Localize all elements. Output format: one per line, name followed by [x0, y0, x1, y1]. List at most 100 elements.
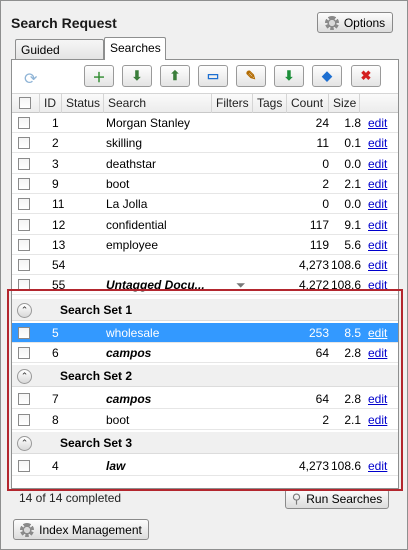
- row-size: 108.6: [331, 278, 361, 293]
- select-all-checkbox[interactable]: [19, 97, 31, 109]
- tab-guided-search[interactable]: Guided Search: [15, 39, 104, 71]
- edit-link[interactable]: edit: [368, 133, 396, 153]
- row-size: 0.0: [344, 156, 361, 171]
- row-count: 0: [322, 156, 329, 171]
- row-count: 4,273: [298, 258, 329, 273]
- row-checkbox[interactable]: [18, 259, 30, 272]
- search-request-panel: Search Request Options Guided Search Sea…: [0, 0, 408, 550]
- collapse-icon[interactable]: ⌃: [17, 302, 32, 318]
- column-header-tags[interactable]: Tags: [253, 94, 287, 113]
- row-checkbox[interactable]: [18, 459, 30, 472]
- edit-link[interactable]: edit: [368, 456, 396, 476]
- table-row[interactable]: 2 skilling 11 0.1 edit: [12, 133, 398, 154]
- table-row[interactable]: 54 4,273 108.6 edit: [12, 255, 398, 276]
- table-row[interactable]: 3 deathstar 0 0.0 edit: [12, 154, 398, 174]
- row-checkbox[interactable]: [18, 198, 30, 211]
- edit-link[interactable]: edit: [368, 194, 396, 214]
- import-button[interactable]: ⬇: [122, 65, 152, 87]
- column-header-id[interactable]: ID: [40, 94, 62, 113]
- row-count: 64: [315, 392, 329, 407]
- edit-link[interactable]: edit: [368, 255, 396, 275]
- header-select-all[interactable]: [12, 94, 40, 113]
- search-set-header[interactable]: ⌃ Search Set 3: [12, 431, 398, 454]
- row-checkbox[interactable]: [18, 177, 30, 190]
- row-count: 4,272: [298, 278, 329, 293]
- row-size: 0.0: [344, 197, 361, 212]
- column-header-filters[interactable]: Filters: [212, 94, 253, 113]
- row-search-name: employee: [106, 237, 159, 252]
- download-button[interactable]: ⬇: [274, 65, 304, 87]
- table-row[interactable]: 7 campos 64 2.8 edit: [12, 389, 398, 410]
- edit-link[interactable]: edit: [368, 389, 396, 409]
- row-checkbox[interactable]: [18, 157, 30, 170]
- refresh-icon[interactable]: ⟳: [24, 69, 37, 89]
- export-button[interactable]: ⬆: [160, 65, 190, 87]
- row-checkbox[interactable]: [18, 137, 30, 150]
- row-search-name: confidential: [106, 217, 167, 232]
- row-size: 5.6: [344, 237, 361, 252]
- row-search-name: La Jolla: [106, 197, 148, 212]
- options-button[interactable]: Options: [317, 12, 393, 33]
- tab-searches[interactable]: Searches: [104, 37, 166, 60]
- gear-icon: [324, 15, 339, 30]
- gear-icon: [20, 522, 35, 537]
- edit-link[interactable]: edit: [368, 215, 396, 235]
- row-size: 108.6: [331, 458, 361, 473]
- edit-button[interactable]: ✎: [236, 65, 266, 87]
- row-checkbox[interactable]: [18, 326, 30, 339]
- table-row[interactable]: 11 La Jolla 0 0.0 edit: [12, 194, 398, 215]
- edit-link[interactable]: edit: [368, 275, 396, 295]
- table-row[interactable]: 1 Morgan Stanley 24 1.8 edit: [12, 113, 398, 133]
- filter-icon: ⏷: [236, 278, 246, 293]
- table-row[interactable]: 5 wholesale 253 8.5 edit: [12, 322, 398, 343]
- table-row[interactable]: 8 boot 2 2.1 edit: [12, 410, 398, 430]
- table-row[interactable]: 12 confidential 117 9.1 edit: [12, 215, 398, 235]
- edit-link[interactable]: edit: [368, 343, 396, 363]
- edit-link[interactable]: edit: [368, 410, 396, 430]
- edit-link[interactable]: edit: [368, 174, 396, 194]
- row-size: 1.8: [344, 116, 361, 130]
- new-search-button[interactable]: ＋: [84, 65, 114, 87]
- row-size: 108.6: [331, 258, 361, 273]
- edit-link[interactable]: edit: [368, 113, 396, 133]
- row-id: 6: [52, 346, 59, 360]
- row-checkbox[interactable]: [18, 347, 30, 359]
- panel-title: Search Request: [11, 15, 117, 31]
- column-header-count[interactable]: Count: [287, 94, 329, 113]
- row-checkbox[interactable]: [18, 413, 30, 426]
- table-row[interactable]: 55 Untagged Docu... 4,272 108.6 edit ⏷: [12, 275, 398, 296]
- edit-link[interactable]: edit: [368, 154, 396, 174]
- column-header-status[interactable]: Status: [62, 94, 104, 113]
- row-id: 9: [52, 176, 59, 191]
- table-row[interactable]: 13 employee 119 5.6 edit: [12, 235, 398, 255]
- index-management-button[interactable]: Index Management: [13, 519, 149, 540]
- row-count: 117: [309, 217, 329, 232]
- search-set-header[interactable]: ⌃ Search Set 2: [12, 365, 398, 388]
- row-checkbox[interactable]: [18, 393, 30, 406]
- folder-icon: ▭: [206, 68, 220, 83]
- delete-button[interactable]: ✖: [351, 65, 381, 87]
- row-checkbox[interactable]: [18, 279, 30, 292]
- search-set-header[interactable]: ⌃ Search Set 1: [12, 298, 398, 321]
- column-header-size[interactable]: Size: [329, 94, 360, 113]
- edit-link[interactable]: edit: [368, 323, 396, 343]
- run-searches-button[interactable]: ⚲ Run Searches: [285, 489, 389, 509]
- row-checkbox[interactable]: [18, 117, 30, 129]
- row-search-name: [106, 255, 210, 275]
- table-row[interactable]: 4 law 4,273 108.6 edit: [12, 456, 398, 476]
- row-id: 2: [52, 136, 59, 151]
- row-checkbox[interactable]: [18, 218, 30, 231]
- edit-link[interactable]: edit: [368, 235, 396, 255]
- tag-button[interactable]: ◆: [312, 65, 342, 87]
- table-row[interactable]: 9 boot 2 2.1 edit: [12, 174, 398, 194]
- folder-button[interactable]: ▭: [198, 65, 228, 87]
- row-id: 7: [52, 392, 59, 407]
- collapse-icon[interactable]: ⌃: [17, 369, 32, 385]
- row-id: 13: [52, 237, 66, 252]
- column-header-search[interactable]: Search: [104, 94, 212, 113]
- row-id: 1: [52, 116, 59, 130]
- row-search-name: skilling: [106, 136, 143, 151]
- row-checkbox[interactable]: [18, 238, 30, 251]
- collapse-icon[interactable]: ⌃: [17, 435, 32, 451]
- table-row[interactable]: 6 campos 64 2.8 edit: [12, 343, 398, 363]
